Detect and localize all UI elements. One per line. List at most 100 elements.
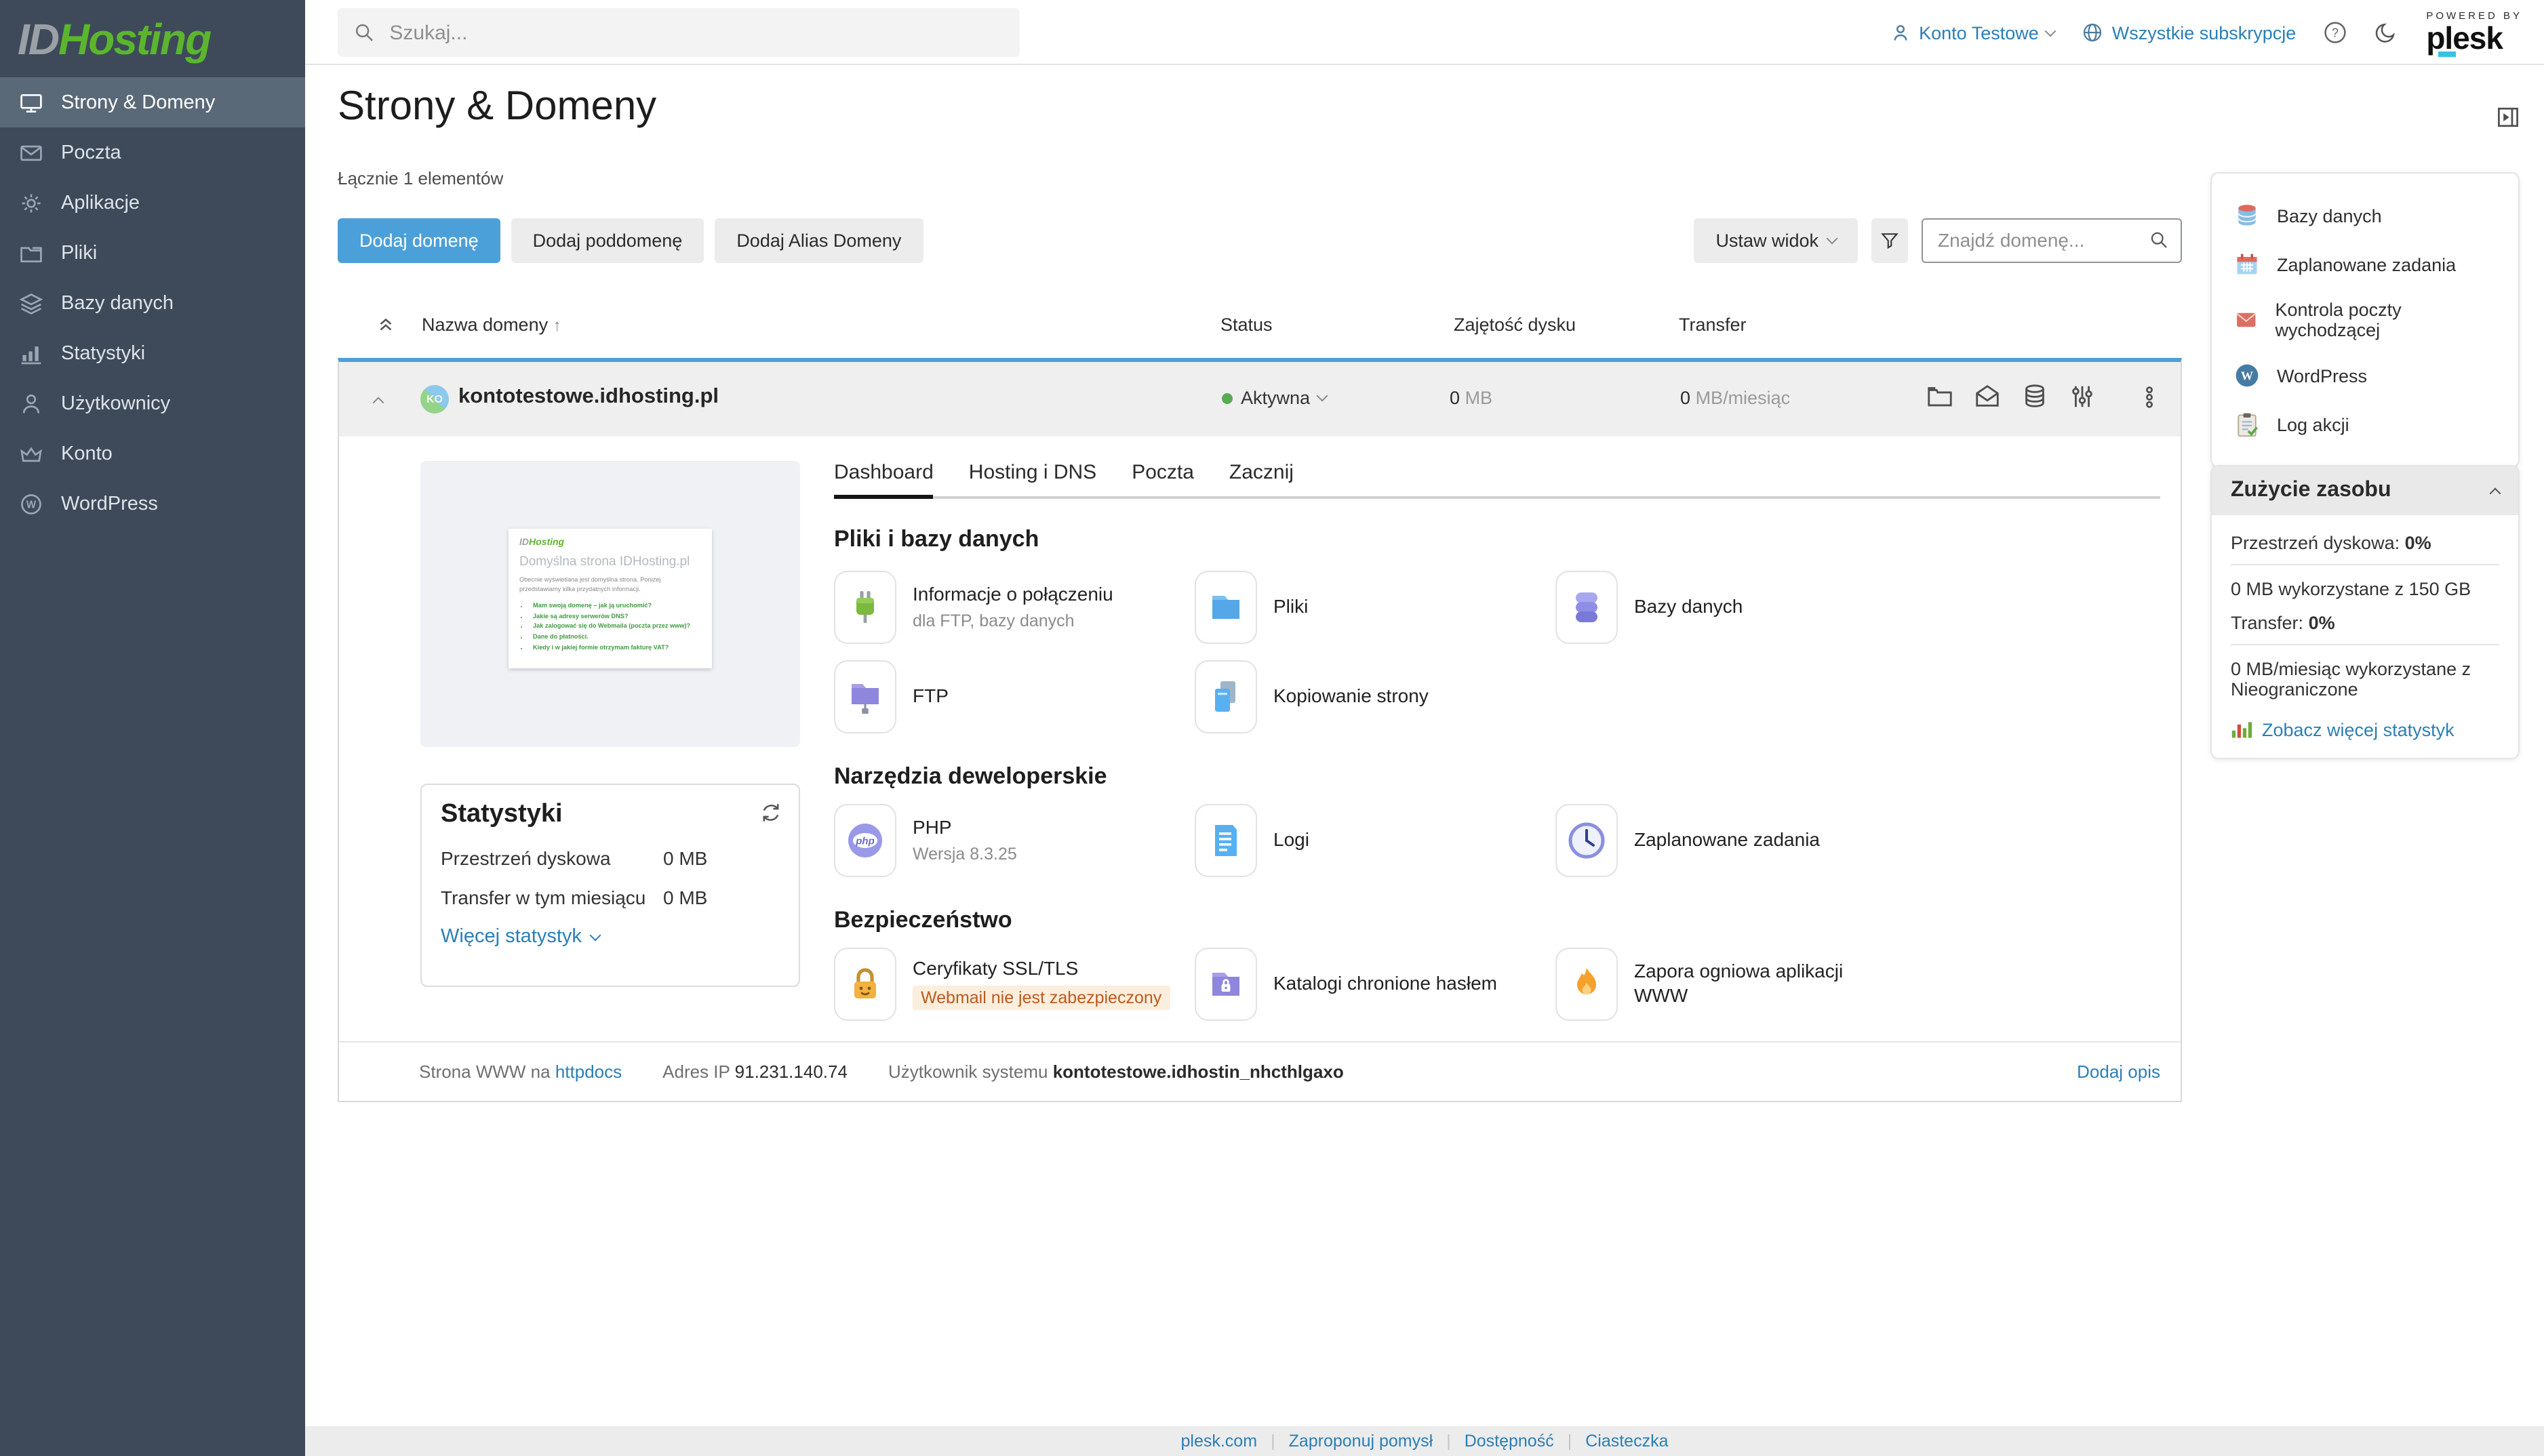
plesk-wordmark: plesk [2426,23,2503,54]
tab-poczta[interactable]: Poczta [1132,461,1194,496]
stats-bars-icon [2231,719,2252,740]
add-description-link[interactable]: Dodaj opis [2077,1061,2160,1082]
mail-action-icon[interactable] [1973,382,2002,411]
tool-protected-directories[interactable]: Katalogi chronione hasłem [1195,947,1555,1020]
collapse-all-icon[interactable] [377,315,395,333]
stat-row: Transfer w tym miesiącu0 MB [441,887,780,908]
quicklink-scheduled-tasks[interactable]: Zaplanowane zadania [2212,240,2518,289]
more-actions-kebab-icon[interactable] [2137,384,2162,409]
global-search-input[interactable] [386,20,1003,45]
files-action-icon[interactable] [1926,382,1954,411]
toggle-right-panel-icon[interactable] [2497,106,2520,129]
main-content: Strony & Domeny Łącznie 1 elementów Doda… [305,65,2544,1426]
topbar-right: Konto Testowe Wszystkie subskrypcje ? PO… [1890,0,2522,65]
sidebar-item-wordpress[interactable]: W WordPress [0,479,305,529]
global-search[interactable] [338,8,1020,57]
tool-waf[interactable]: Zapora ogniowa aplikacji WWW [1555,947,2160,1020]
sidebar-item-strony-domeny[interactable]: Strony & Domeny [0,77,305,127]
sidebar-item-uzytkownicy[interactable]: Użytkownicy [0,378,305,428]
sidebar-item-konto[interactable]: Konto [0,428,305,479]
tool-site-copy[interactable]: Kopiowanie strony [1195,660,1555,733]
tab-zacznij[interactable]: Zacznij [1229,461,1294,496]
find-domain-input[interactable] [1935,228,2141,252]
crown-icon [19,441,43,466]
resource-usage-header[interactable]: Zużycie zasobu [2212,466,2518,515]
domain-name[interactable]: kontotestowe.idhosting.pl [458,385,719,409]
find-domain-field[interactable] [1922,218,2182,262]
resource-usage-panel: Zużycie zasobu Przestrzeń dyskowa: 0% 0 … [2210,465,2520,759]
domain-favicon: KO [420,385,449,413]
collapse-row-icon[interactable] [373,397,384,409]
page-title: Strony & Domeny [338,84,656,130]
all-subscriptions-link[interactable]: Wszystkie subskrypcje [2082,22,2297,43]
header-disk[interactable]: Zajętość dysku [1454,315,1576,335]
quicklink-outgoing-mail-control[interactable]: Kontrola poczty wychodzącej [2212,289,2518,351]
add-subdomain-button[interactable]: Dodaj poddomenę [511,218,704,262]
footer-link-cookies[interactable]: Ciasteczka [1585,1432,1668,1451]
tool-ftp[interactable]: FTP [834,660,1195,733]
disk-usage-value: 0 MB [1450,388,1492,408]
sidebar-item-aplikacje[interactable]: Aplikacje [0,178,305,228]
see-more-stats-link[interactable]: Zobacz więcej statystyk [2231,719,2499,740]
header-status[interactable]: Status [1220,315,1273,335]
calendar-icon [2233,251,2261,278]
tool-php[interactable]: php PHPWersja 8.3.25 [834,803,1195,876]
add-domain-button[interactable]: Dodaj domenę [338,218,500,262]
tool-connection-info[interactable]: Informacje o połączeniudla FTP, bazy dan… [834,570,1195,643]
plesk-app: IDHosting Strony & Domeny Poczta Aplikac… [0,0,2544,1456]
tab-dashboard[interactable]: Dashboard [834,461,934,499]
toolbar: Dodaj domenę Dodaj poddomenę Dodaj Alias… [338,217,2182,263]
plesk-logo[interactable]: POWERED BY plesk [2426,12,2522,54]
sidebar-item-label: Statystyki [61,342,145,364]
filter-button[interactable] [1871,218,1908,262]
tab-hosting-dns[interactable]: Hosting i DNS [969,461,1096,496]
quicklink-action-log[interactable]: Log akcji [2212,400,2518,449]
stat-row: Przestrzeń dyskowa0 MB [441,847,780,869]
refresh-icon[interactable] [759,801,782,824]
tool-scheduled-tasks[interactable]: Zaplanowane zadania [1555,803,2160,876]
database-action-icon[interactable] [2021,382,2049,411]
domain-dashboard: Dashboard Hosting i DNS Poczta Zacznij P… [834,461,2160,1020]
row-actions [1926,382,2162,411]
sidebar-item-label: Użytkownicy [61,392,170,414]
help-icon[interactable]: ? [2323,20,2347,45]
search-icon [354,22,374,43]
site-preview-page: IDHosting Domyślna strona IDHosting.pl O… [509,529,712,668]
httpdocs-link[interactable]: httpdocs [555,1061,622,1082]
footer-link-plesk[interactable]: plesk.com [1181,1432,1258,1451]
system-user: Użytkownik systemu kontotestowe.idhostin… [888,1061,1344,1082]
sidebar-item-label: Pliki [61,242,97,264]
total-count: Łącznie 1 elementów [338,168,503,188]
set-view-button[interactable]: Ustaw widok [1694,218,1858,262]
sidebar-item-bazy-danych[interactable]: Bazy danych [0,278,305,328]
sidebar-item-label: Poczta [61,142,121,163]
monitor-icon [19,90,43,115]
wordpress-icon: W [2233,362,2261,389]
dashboard-tabs: Dashboard Hosting i DNS Poczta Zacznij [834,461,2160,498]
header-transfer[interactable]: Transfer [1679,315,1747,335]
header-name[interactable]: Nazwa domeny ↑ [422,315,561,335]
moon-icon[interactable] [2374,20,2399,45]
tool-ssl-certificates[interactable]: Ceryfikaty SSL/TLSWebmail nie jest zabez… [834,947,1195,1020]
topbar: Konto Testowe Wszystkie subskrypcje ? PO… [305,0,2544,65]
sidebar-item-pliki[interactable]: Pliki [0,228,305,278]
divider [2231,644,2499,645]
sidebar-item-poczta[interactable]: Poczta [0,127,305,178]
add-alias-button[interactable]: Dodaj Alias Domeny [715,218,923,262]
sidebar-item-statystyki[interactable]: Statystyki [0,328,305,378]
settings-sliders-icon[interactable] [2068,382,2096,411]
quicklink-wordpress[interactable]: W WordPress [2212,351,2518,400]
site-preview-thumbnail[interactable]: IDHosting Domyślna strona IDHosting.pl O… [420,461,800,747]
idhosting-logo[interactable]: IDHosting [0,0,305,77]
account-menu[interactable]: Konto Testowe [1890,22,2055,43]
tool-databases[interactable]: Bazy danych [1555,570,2160,643]
php-icon: php [834,803,896,876]
more-stats-link[interactable]: Więcej statystyk [441,926,780,948]
quicklink-databases[interactable]: Bazy danych [2212,191,2518,240]
preview-paragraph: Obecnie wyświetlana jest domyślna strona… [519,576,701,595]
domain-status[interactable]: Aktywna [1222,388,1326,408]
footer-link-accessibility[interactable]: Dostępność [1465,1432,1554,1451]
tool-files[interactable]: Pliki [1195,570,1555,643]
footer-link-suggest-idea[interactable]: Zaproponuj pomysł [1289,1432,1433,1451]
tool-logs[interactable]: Logi [1195,803,1555,876]
